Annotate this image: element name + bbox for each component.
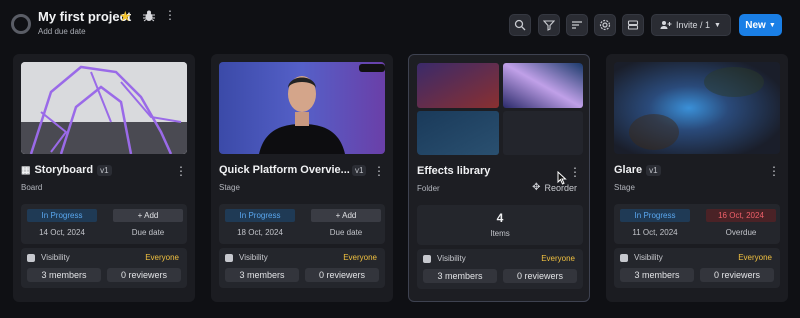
card-title-text: Quick Platform Overvie... <box>219 164 350 176</box>
mouse-cursor-icon <box>557 171 567 185</box>
reviewers-button[interactable]: 0 reviewers <box>503 269 577 283</box>
visibility-label: Visibility <box>437 254 466 263</box>
reviewers-button[interactable]: 0 reviewers <box>700 268 774 282</box>
items-count: 4 <box>496 211 504 225</box>
visibility-label: Visibility <box>634 253 663 262</box>
card-more-icon[interactable]: ⋮ <box>175 164 187 178</box>
visibility-value[interactable]: Everyone <box>541 254 575 263</box>
project-title[interactable]: My first project <box>38 9 131 24</box>
members-button[interactable]: 3 members <box>620 268 694 282</box>
status-badge[interactable]: In Progress <box>620 209 690 222</box>
search-icon <box>514 19 526 31</box>
move-icon: ✥ <box>532 182 541 193</box>
project-header: My first project ★ ⋮ Add due date Invite… <box>0 0 800 50</box>
visibility-panel: Visibility Everyone 3 members 0 reviewer… <box>417 249 583 289</box>
visibility-checkbox[interactable] <box>27 254 35 262</box>
add-due-date-link[interactable]: Add due date <box>38 27 86 36</box>
visibility-label: Visibility <box>239 253 268 262</box>
new-button[interactable]: New ▼ <box>739 14 782 36</box>
status-panel: In Progress + Add 18 Oct, 2024 Due date <box>219 204 385 244</box>
search-button[interactable] <box>509 14 531 36</box>
chevron-down-icon: ▼ <box>768 21 776 29</box>
overdue-label: Overdue <box>725 228 757 237</box>
reorder-handle[interactable]: ✥ Reorder <box>532 182 577 193</box>
visibility-panel: Visibility Everyone 3 members 0 reviewer… <box>219 248 385 288</box>
status-panel: In Progress 16 Oct, 2024 11 Oct, 2024 Ov… <box>614 204 780 244</box>
visibility-checkbox[interactable] <box>620 254 628 262</box>
visibility-label: Visibility <box>41 253 70 262</box>
visibility-value[interactable]: Everyone <box>738 253 772 262</box>
invite-label: Invite / 1 <box>676 20 711 30</box>
add-due-date-button[interactable]: + Add <box>311 209 381 222</box>
version-badge[interactable]: v1 <box>352 165 367 176</box>
chevron-down-icon: ▼ <box>714 21 721 29</box>
due-date-label: Due date <box>131 228 165 237</box>
add-due-date-button[interactable]: + Add <box>113 209 183 222</box>
visibility-panel: Visibility Everyone 3 members 0 reviewer… <box>21 248 187 288</box>
reviewers-button[interactable]: 0 reviewers <box>305 268 379 282</box>
layout-button[interactable] <box>622 14 644 36</box>
card-more-icon[interactable]: ⋮ <box>569 165 581 179</box>
board-icon: ▦ <box>21 164 31 176</box>
visibility-value[interactable]: Everyone <box>343 253 377 262</box>
card-title[interactable]: Glare v1 <box>614 164 661 176</box>
filter-icon <box>543 20 555 31</box>
folder-thumbnails[interactable] <box>417 63 583 155</box>
card-more-icon[interactable]: ⋮ <box>373 164 385 178</box>
card-title-text: Storyboard <box>34 164 94 176</box>
members-button[interactable]: 3 members <box>27 268 101 282</box>
due-date-label: Due date <box>329 228 363 237</box>
status-date: 11 Oct, 2024 <box>632 228 678 237</box>
invite-button[interactable]: Invite / 1 ▼ <box>651 14 731 36</box>
visibility-panel: Visibility Everyone 3 members 0 reviewer… <box>614 248 780 288</box>
new-label: New <box>745 19 766 31</box>
card-more-icon[interactable]: ⋮ <box>768 164 780 178</box>
settings-icon <box>599 19 611 31</box>
card-glare[interactable]: Glare v1 ⋮ Stage In Progress 16 Oct, 202… <box>606 54 788 302</box>
add-user-icon <box>660 21 672 29</box>
bug-icon[interactable] <box>142 9 156 23</box>
card-title-text: Effects library <box>417 165 491 177</box>
status-badge[interactable]: In Progress <box>27 209 97 222</box>
items-label: Items <box>490 229 510 238</box>
card-thumbnail[interactable] <box>219 62 385 154</box>
card-type: Board <box>21 183 43 192</box>
card-type: Stage <box>219 183 240 192</box>
card-title[interactable]: ▦ Storyboard v1 <box>21 164 112 176</box>
card-title[interactable]: Quick Platform Overvie... <box>219 164 350 176</box>
filter-button[interactable] <box>538 14 560 36</box>
card-thumbnail[interactable] <box>614 62 780 154</box>
card-type: Stage <box>614 183 635 192</box>
status-badge[interactable]: In Progress <box>225 209 295 222</box>
version-badge[interactable]: v1 <box>646 164 661 176</box>
status-panel: In Progress + Add 14 Oct, 2024 Due date <box>21 204 187 244</box>
card-type: Folder <box>417 184 440 193</box>
members-button[interactable]: 3 members <box>225 268 299 282</box>
version-badge[interactable]: v1 <box>97 164 112 176</box>
card-title-text: Glare <box>614 164 643 176</box>
sort-button[interactable] <box>566 14 588 36</box>
status-date: 14 Oct, 2024 <box>39 228 85 237</box>
card-thumbnail[interactable] <box>21 62 187 154</box>
card-title[interactable]: Effects library <box>417 165 490 177</box>
project-status-icon[interactable] <box>11 14 31 34</box>
overdue-date-badge[interactable]: 16 Oct, 2024 <box>706 209 776 222</box>
items-panel: 4 Items <box>417 205 583 245</box>
project-more-icon[interactable]: ⋮ <box>164 8 176 22</box>
status-date: 18 Oct, 2024 <box>237 228 283 237</box>
sort-icon <box>572 21 582 29</box>
settings-button[interactable] <box>594 14 616 36</box>
visibility-checkbox[interactable] <box>225 254 233 262</box>
card-storyboard[interactable]: ▦ Storyboard v1 ⋮ Board In Progress + Ad… <box>13 54 195 302</box>
star-icon[interactable]: ★ <box>119 8 132 24</box>
visibility-value[interactable]: Everyone <box>145 253 179 262</box>
card-quick-platform-overview[interactable]: Quick Platform Overvie... v1 ⋮ Stage In … <box>211 54 393 302</box>
members-button[interactable]: 3 members <box>423 269 497 283</box>
reviewers-button[interactable]: 0 reviewers <box>107 268 181 282</box>
layout-icon <box>627 20 639 30</box>
visibility-checkbox[interactable] <box>423 255 431 263</box>
